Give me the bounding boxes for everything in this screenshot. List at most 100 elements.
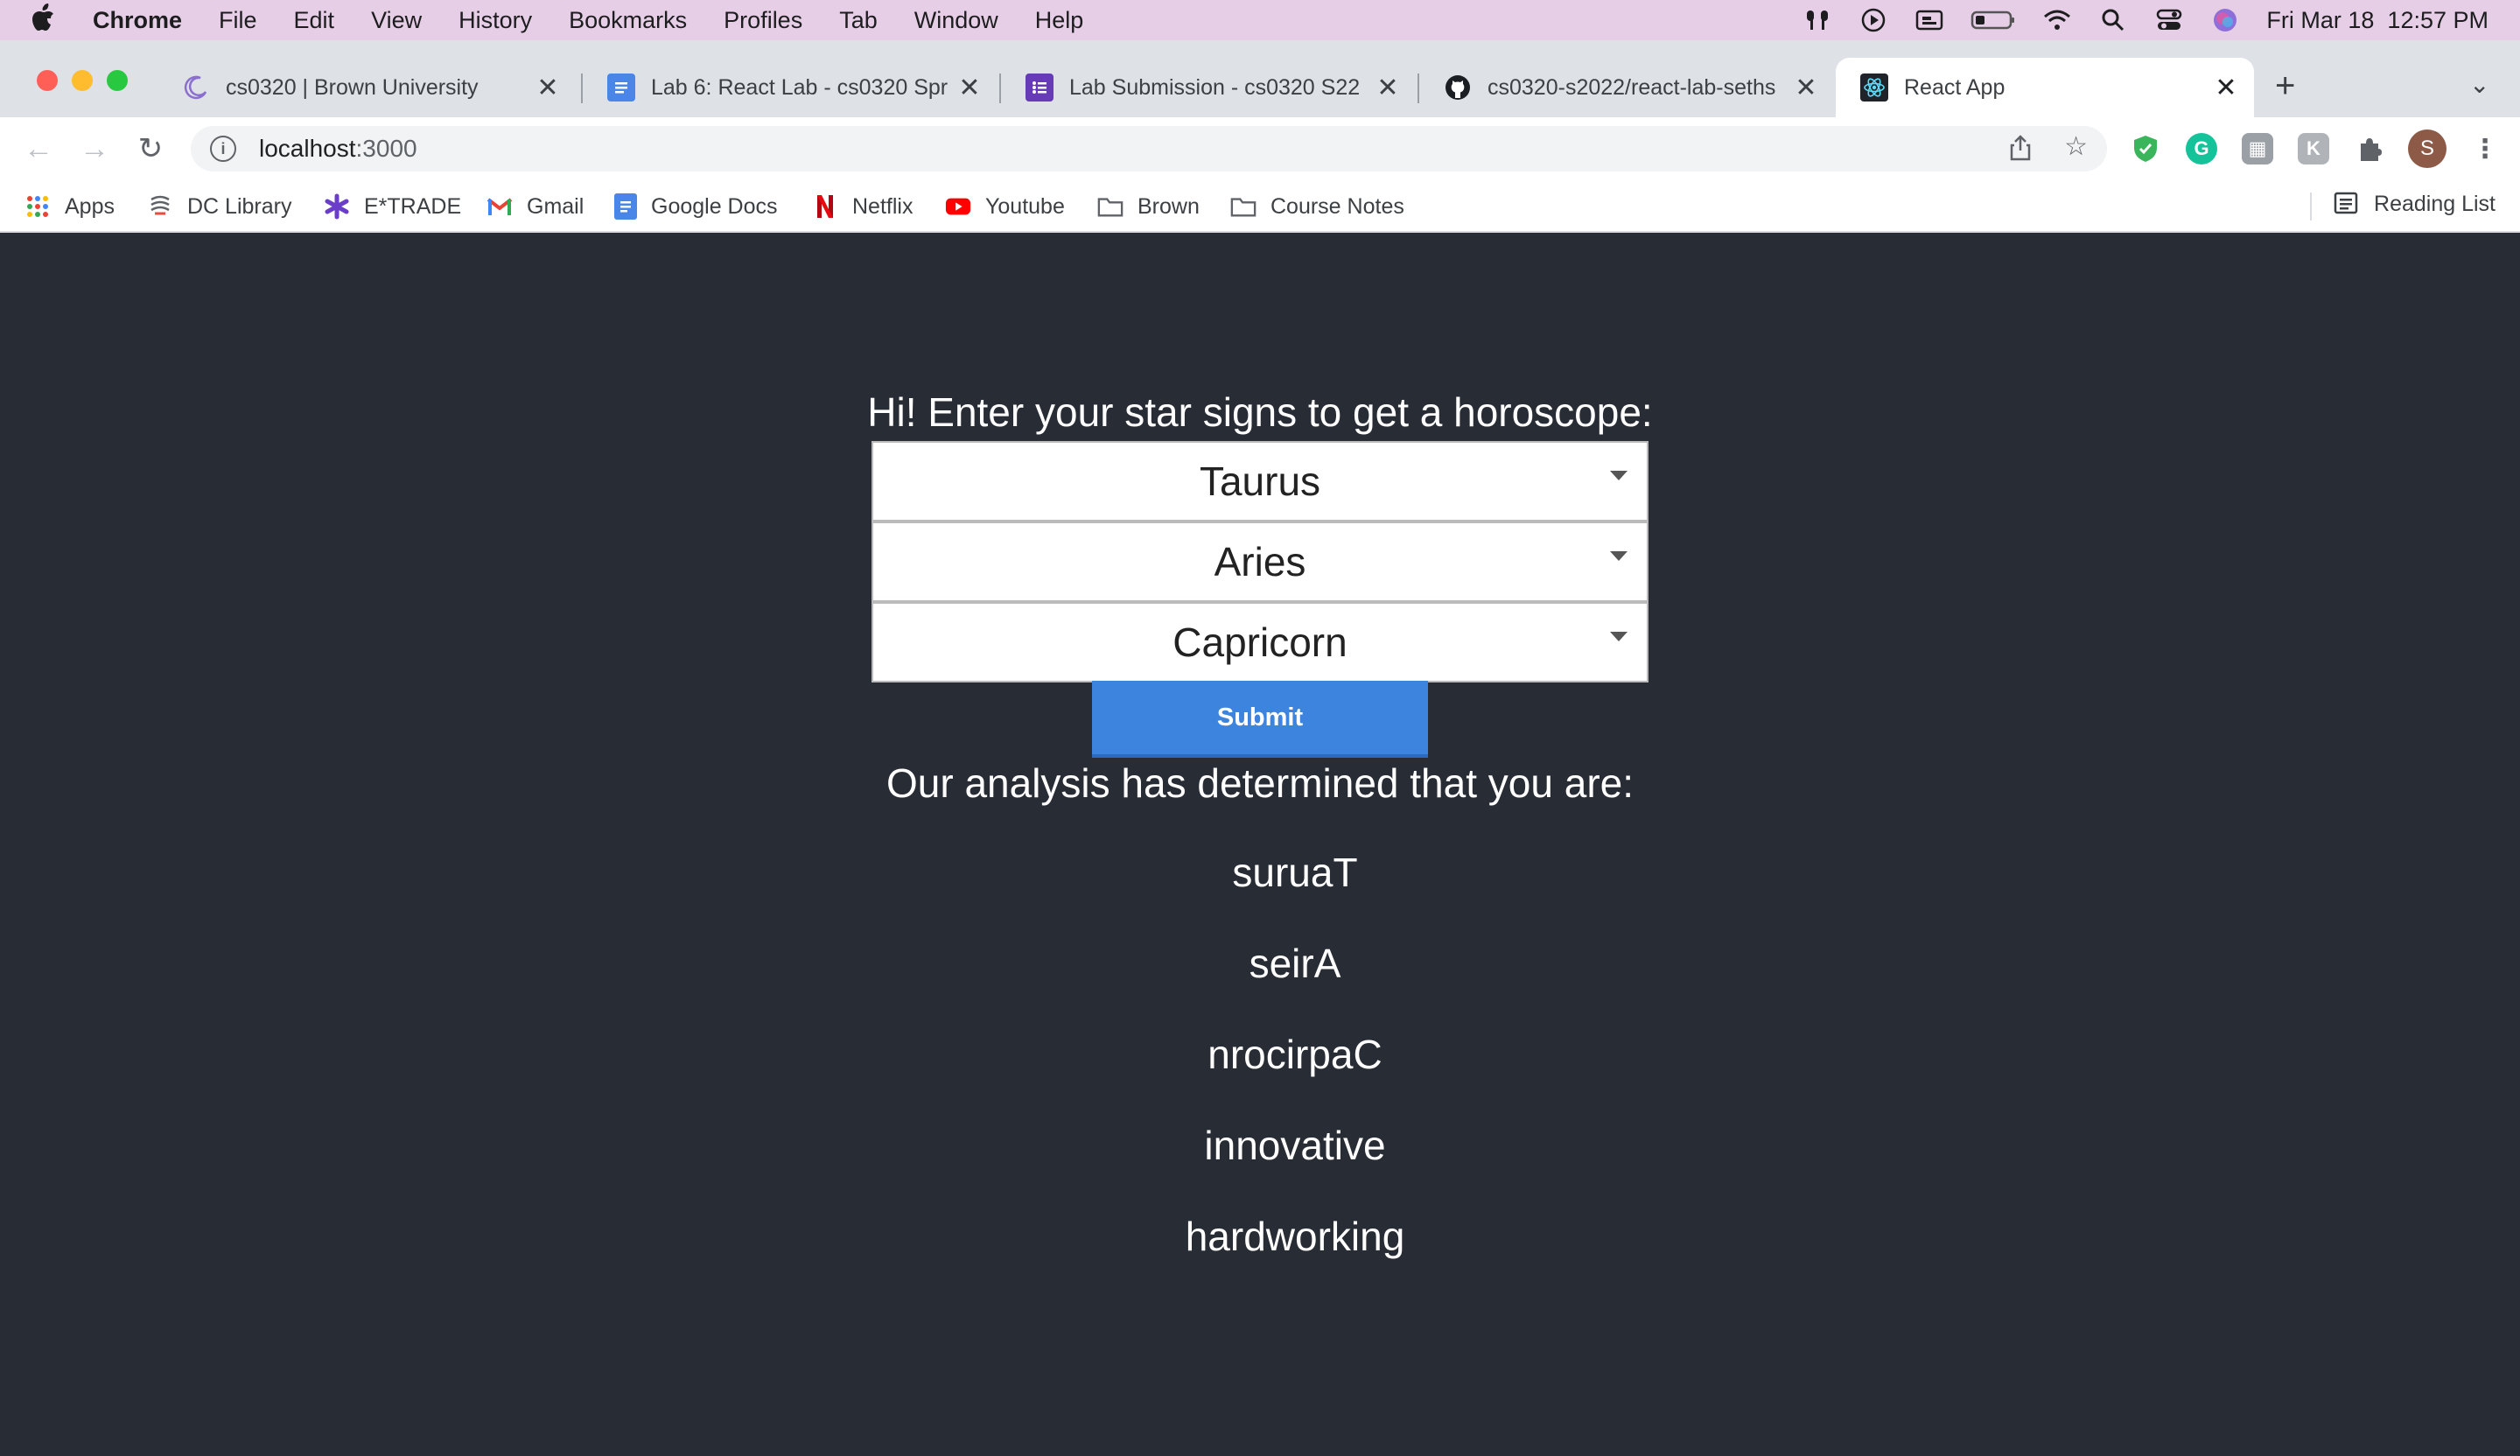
google-docs-icon bbox=[614, 193, 637, 220]
tab-title: cs0320-s2022/react-lab-seths bbox=[1488, 74, 1776, 100]
bookmark-label: Apps bbox=[65, 193, 115, 219]
extensions-puzzle-icon[interactable] bbox=[2354, 133, 2385, 164]
tab-cs0320-brown[interactable]: cs0320 | Brown University ✕ bbox=[158, 58, 576, 117]
tab-title: Lab 6: React Lab - cs0320 Spr bbox=[651, 74, 948, 100]
now-playing-icon[interactable] bbox=[1858, 8, 1888, 32]
menubar-clock[interactable]: Fri Mar 18 12:57 PM bbox=[2266, 7, 2488, 34]
bookmark-google-docs[interactable]: Google Docs bbox=[614, 191, 778, 222]
moon-favicon-icon bbox=[182, 74, 210, 102]
menu-bookmarks[interactable]: Bookmarks bbox=[569, 7, 687, 34]
screen-capture-icon[interactable] bbox=[1914, 9, 1944, 32]
tab-title: Lab Submission - cs0320 S22 bbox=[1069, 74, 1361, 100]
bookmark-dc-library[interactable]: DC Library bbox=[147, 191, 291, 222]
tab-close-icon[interactable]: ✕ bbox=[954, 73, 985, 103]
airpods-icon[interactable] bbox=[1802, 9, 1832, 32]
bookmark-folder-course-notes[interactable]: Course Notes bbox=[1230, 191, 1404, 222]
menu-edit[interactable]: Edit bbox=[294, 7, 335, 34]
kami-extension-icon[interactable]: K bbox=[2298, 133, 2329, 164]
tab-close-icon[interactable]: ✕ bbox=[1372, 73, 1404, 103]
bookmark-label: Google Docs bbox=[651, 193, 778, 219]
tab-close-icon[interactable]: ✕ bbox=[1790, 73, 1822, 103]
google-docs-favicon-icon bbox=[607, 74, 635, 102]
browser-toolbar: ← → ↻ i localhost:3000 ☆ G ▦ K S ⋮ bbox=[0, 117, 2520, 180]
bookmark-etrade[interactable]: E*TRADE bbox=[324, 191, 461, 222]
dc-library-icon bbox=[147, 193, 173, 220]
bookmark-label: DC Library bbox=[187, 193, 292, 219]
address-bar[interactable]: i localhost:3000 ☆ bbox=[191, 126, 2107, 172]
siri-icon[interactable] bbox=[2210, 9, 2240, 32]
tab-lab-submission[interactable]: Lab Submission - cs0320 S22 ✕ bbox=[1001, 58, 1416, 117]
tab-close-icon[interactable]: ✕ bbox=[2210, 73, 2242, 103]
folder-icon bbox=[1230, 193, 1256, 220]
wifi-icon[interactable] bbox=[2042, 9, 2072, 32]
menu-tab[interactable]: Tab bbox=[839, 7, 878, 34]
back-button[interactable]: ← bbox=[18, 128, 60, 170]
spotlight-search-icon[interactable] bbox=[2098, 9, 2128, 32]
bookmark-label: Youtube bbox=[985, 193, 1065, 219]
tab-react-app[interactable]: React App ✕ bbox=[1836, 58, 2254, 117]
bookmark-gmail[interactable]: Gmail bbox=[486, 191, 584, 222]
youtube-icon bbox=[945, 193, 971, 220]
photo-extension-icon[interactable]: ▦ bbox=[2242, 133, 2273, 164]
reload-button[interactable]: ↻ bbox=[130, 128, 172, 170]
tab-title: cs0320 | Brown University bbox=[226, 74, 479, 100]
reading-list-label: Reading List bbox=[2374, 191, 2496, 216]
shield-extension-icon[interactable] bbox=[2130, 133, 2161, 164]
bookmark-star-icon[interactable]: ☆ bbox=[2064, 131, 2088, 162]
menu-profiles[interactable]: Profiles bbox=[724, 7, 802, 34]
bookmark-folder-brown[interactable]: Brown bbox=[1097, 191, 1200, 222]
address-port: :3000 bbox=[355, 135, 417, 162]
analysis-heading: Our analysis has determined that you are… bbox=[886, 760, 1634, 806]
tab-close-icon[interactable]: ✕ bbox=[532, 73, 564, 103]
window-close-button[interactable] bbox=[37, 70, 58, 91]
apps-grid-icon bbox=[24, 193, 51, 220]
bookmark-label: Brown bbox=[1138, 193, 1200, 219]
tab-react-lab-doc[interactable]: Lab 6: React Lab - cs0320 Spr ✕ bbox=[583, 58, 998, 117]
menu-file[interactable]: File bbox=[219, 7, 257, 34]
bookmark-label: Netflix bbox=[852, 193, 914, 219]
submit-button[interactable]: Submit bbox=[1092, 681, 1428, 758]
menu-window[interactable]: Window bbox=[914, 7, 998, 34]
horoscope-result-item: seirA bbox=[1249, 941, 1341, 986]
react-app-page: Hi! Enter your star signs to get a horos… bbox=[0, 234, 2520, 1456]
new-tab-button[interactable]: + bbox=[2275, 66, 2295, 106]
tab-search-chevron-icon[interactable]: ⌄ bbox=[2469, 70, 2489, 99]
apple-logo-icon[interactable] bbox=[30, 3, 65, 38]
bookmark-netflix[interactable]: Netflix bbox=[812, 191, 913, 222]
bookmark-apps[interactable]: Apps bbox=[24, 191, 115, 222]
battery-icon[interactable] bbox=[1970, 9, 2016, 32]
chrome-menu-icon[interactable]: ⋮ bbox=[2469, 133, 2501, 164]
window-zoom-button[interactable] bbox=[107, 70, 128, 91]
site-info-icon[interactable]: i bbox=[210, 136, 236, 162]
profile-avatar[interactable]: S bbox=[2408, 130, 2446, 168]
dropdown-caret-icon bbox=[1610, 551, 1628, 561]
sun-sign-select[interactable]: Taurus bbox=[872, 441, 1648, 522]
share-icon[interactable] bbox=[2009, 135, 2032, 168]
menu-view[interactable]: View bbox=[371, 7, 422, 34]
macos-menubar: Chrome File Edit View History Bookmarks … bbox=[0, 0, 2520, 40]
rising-sign-select[interactable]: Capricorn bbox=[872, 602, 1648, 682]
tab-github-react-lab[interactable]: cs0320-s2022/react-lab-seths ✕ bbox=[1419, 58, 1834, 117]
select-value: Capricorn bbox=[1172, 620, 1348, 665]
bookmark-youtube[interactable]: Youtube bbox=[945, 191, 1065, 222]
forward-button[interactable]: → bbox=[74, 128, 116, 170]
dropdown-caret-icon bbox=[1610, 632, 1628, 641]
gmail-icon bbox=[486, 193, 513, 220]
window-minimize-button[interactable] bbox=[72, 70, 93, 91]
reading-list-button[interactable]: Reading List bbox=[2334, 191, 2496, 217]
menu-help[interactable]: Help bbox=[1035, 7, 1084, 34]
menu-chrome[interactable]: Chrome bbox=[93, 7, 182, 34]
bookmark-label: E*TRADE bbox=[364, 193, 462, 219]
horoscope-result-item: suruaT bbox=[1232, 850, 1358, 895]
folder-icon bbox=[1097, 193, 1124, 220]
moon-sign-select[interactable]: Aries bbox=[872, 522, 1648, 602]
control-center-icon[interactable] bbox=[2154, 9, 2184, 32]
bookmarks-bar: Apps DC Library E*TRADE Gmail Google Doc… bbox=[0, 180, 2520, 233]
netflix-icon bbox=[812, 193, 838, 220]
github-favicon-icon bbox=[1444, 74, 1472, 102]
react-favicon-icon bbox=[1860, 74, 1888, 102]
reading-list-icon bbox=[2334, 191, 2360, 217]
bookmark-label: Gmail bbox=[527, 193, 584, 219]
menu-history[interactable]: History bbox=[458, 7, 532, 34]
grammarly-extension-icon[interactable]: G bbox=[2186, 133, 2217, 164]
